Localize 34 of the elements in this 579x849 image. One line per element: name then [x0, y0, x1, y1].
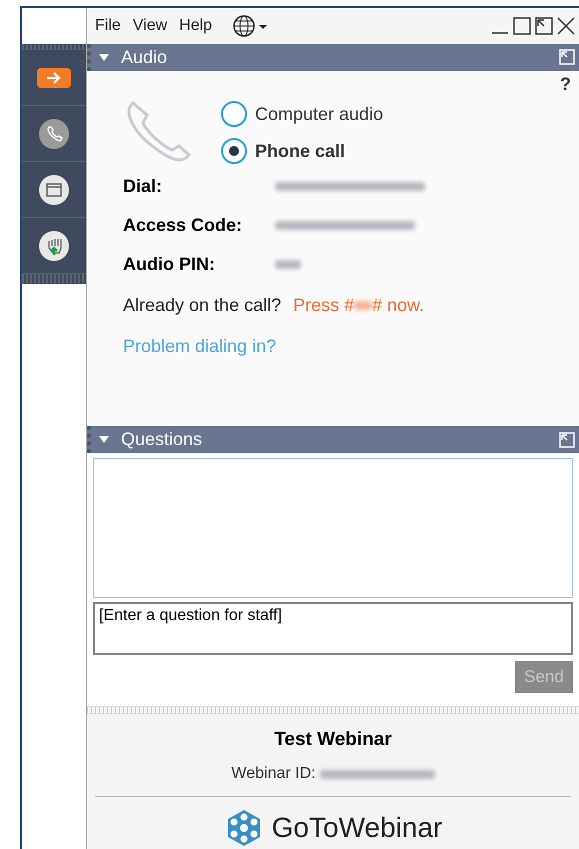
webinar-title: Test Webinar [274, 728, 392, 752]
grip-strip[interactable] [22, 44, 86, 50]
panel-title: Audio [121, 46, 168, 69]
menu-item[interactable]: File [95, 14, 121, 38]
arrow-icon [46, 72, 62, 84]
radio-option[interactable]: Phone call [221, 138, 384, 165]
help-link[interactable]: ? [560, 74, 571, 93]
expand-icon[interactable] [559, 49, 575, 66]
logo-text: GoToWebinar [272, 811, 442, 845]
radio-option[interactable]: Computer audio [221, 100, 384, 128]
maximize-icon[interactable] [513, 16, 531, 35]
press-code-text: Press # # now. [293, 294, 424, 317]
question-field[interactable]: [Enter a question for staff] [93, 602, 573, 656]
field-label: Access Code: [123, 214, 244, 237]
panel-title: Questions [121, 428, 202, 452]
menu-item[interactable]: Help [179, 14, 212, 38]
expand-icon[interactable] [559, 432, 575, 448]
window-icon [39, 174, 69, 204]
panel-header[interactable]: Audio [87, 44, 579, 71]
field-label: Dial: [123, 174, 164, 198]
collapse-icon [99, 54, 109, 61]
menu-item[interactable]: View [132, 14, 168, 38]
redacted-value [275, 257, 301, 272]
webinar-id-label: Webinar ID: [231, 764, 316, 784]
field-label: Audio PIN: [123, 252, 216, 276]
already-text: Already on the call? [123, 294, 282, 317]
panel-header[interactable]: Questions [87, 426, 579, 454]
phone-icon [39, 118, 69, 148]
collapse-icon [99, 436, 109, 444]
close-icon[interactable] [557, 16, 575, 35]
redacted-value [354, 298, 372, 312]
restore-icon[interactable] [535, 16, 553, 35]
hand-icon [39, 230, 69, 260]
grip-strip[interactable] [22, 274, 86, 284]
